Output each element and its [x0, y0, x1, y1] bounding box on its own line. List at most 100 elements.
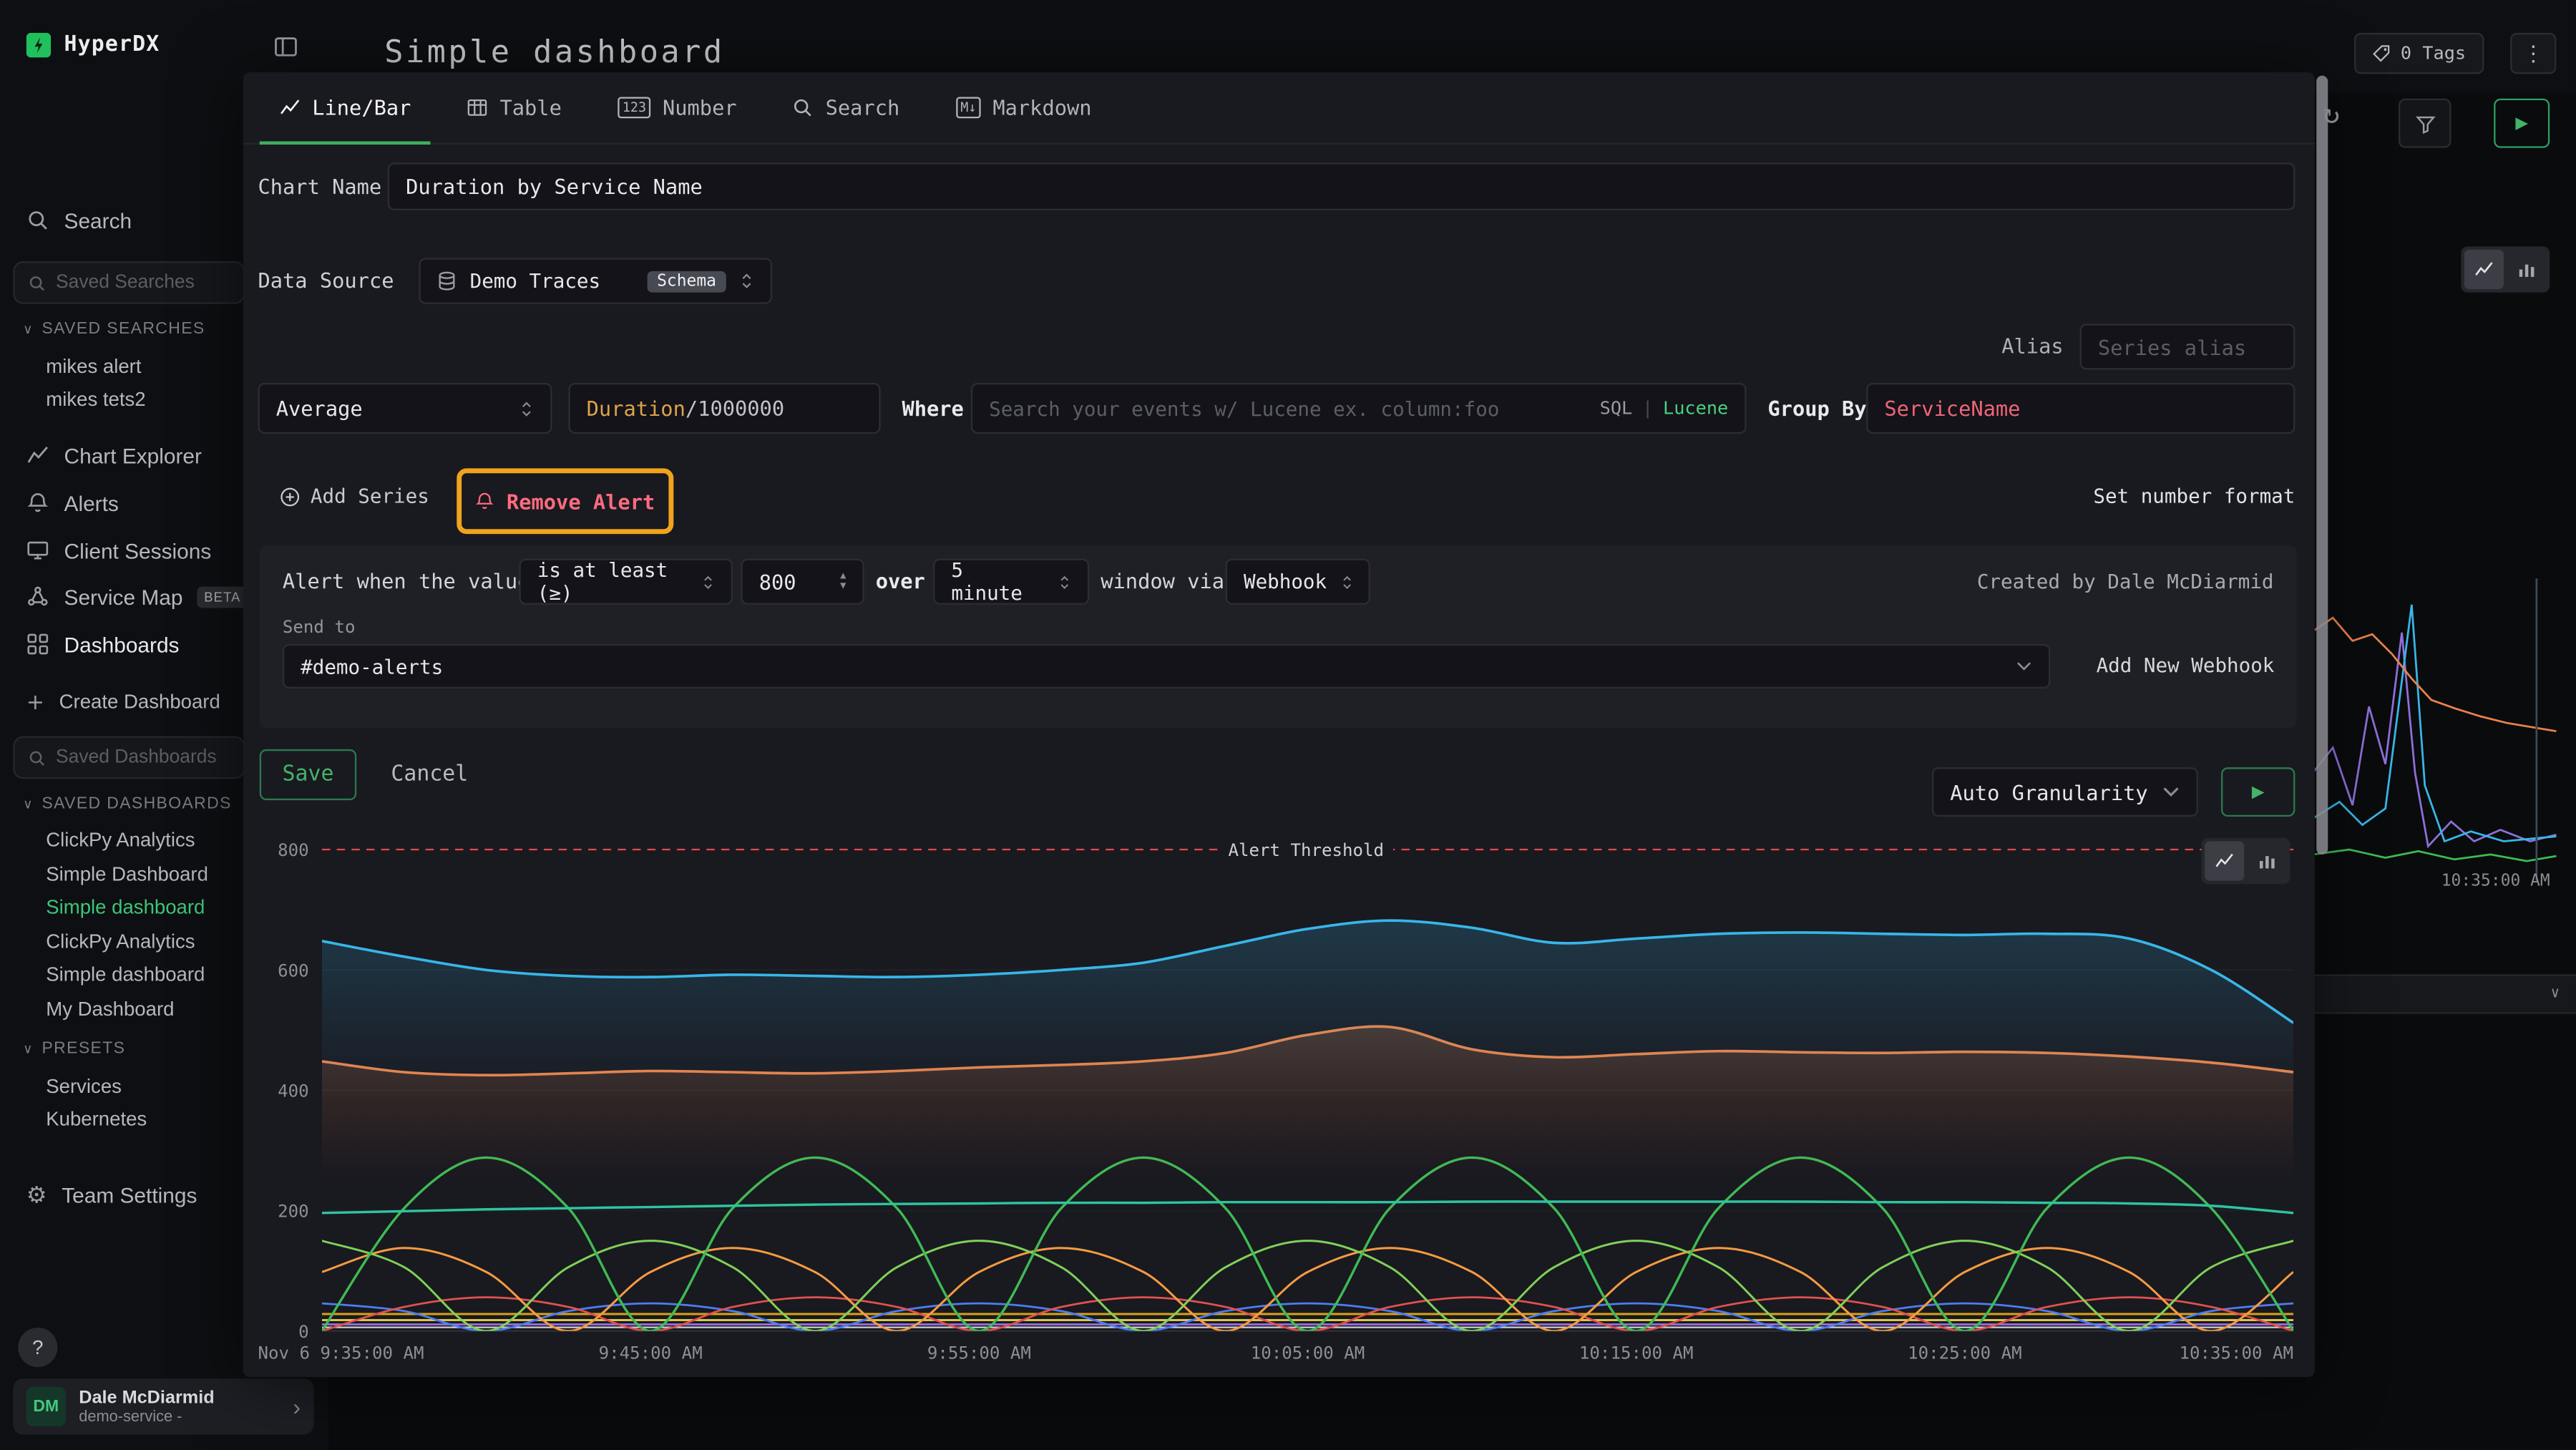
- user-subtitle: demo-service -: [79, 1407, 214, 1425]
- field-expression-primary: Duration: [587, 396, 686, 420]
- filter-button[interactable]: [2399, 99, 2451, 148]
- data-source-select[interactable]: Demo Traces Schema: [419, 258, 772, 303]
- run-chart-button[interactable]: ▶: [2221, 767, 2295, 817]
- cancel-button[interactable]: Cancel: [391, 749, 468, 800]
- monitor-icon: [26, 539, 49, 562]
- sidebar-item-team-settings[interactable]: ⚙ Team Settings: [26, 1175, 197, 1215]
- create-dashboard-label: Create Dashboard: [59, 690, 220, 713]
- sidebar-item-search[interactable]: Search: [26, 200, 132, 240]
- number-stepper[interactable]: ▲▼: [840, 572, 846, 592]
- remove-alert-highlight-box: Remove Alert: [457, 468, 673, 534]
- field-expression[interactable]: Duration /1000000: [568, 383, 880, 434]
- more-menu-button[interactable]: ⋮: [2510, 33, 2556, 74]
- tab-search[interactable]: Search: [793, 72, 900, 144]
- sidebar-item-dashboards[interactable]: Dashboards: [26, 624, 180, 663]
- line-chart-icon[interactable]: [2464, 250, 2504, 289]
- service-map-icon: [26, 585, 49, 608]
- dashboard-item[interactable]: My Dashboard: [46, 998, 174, 1027]
- nav-label: Alerts: [64, 490, 119, 515]
- dashboard-item-active[interactable]: Simple dashboard: [46, 895, 205, 925]
- preset-item[interactable]: Services: [46, 1075, 122, 1104]
- user-menu[interactable]: DM Dale McDiarmid demo-service - ›: [13, 1378, 313, 1434]
- run-query-button-background[interactable]: ▶: [2494, 99, 2550, 148]
- dashboard-item[interactable]: Simple dashboard: [46, 963, 205, 992]
- modal-scrollbar[interactable]: [2315, 76, 2328, 1374]
- search-icon: [26, 209, 49, 232]
- saved-search-item[interactable]: mikes tets2: [46, 388, 145, 417]
- chart-editor-panel: Line/Bar Table 123 Number Search M↓ Mark…: [243, 72, 2315, 1377]
- tags-button[interactable]: 0 Tags: [2355, 33, 2484, 74]
- preset-item[interactable]: Kubernetes: [46, 1107, 147, 1137]
- dashboards-grid-icon: [26, 633, 49, 656]
- play-icon: ▶: [2515, 115, 2528, 132]
- tag-icon: [2373, 44, 2391, 62]
- aggregation-select[interactable]: Average: [258, 383, 552, 434]
- alert-channel-select[interactable]: Webhook: [1226, 559, 1370, 605]
- add-series-button[interactable]: Add Series: [279, 485, 429, 507]
- sidebar-collapse-icon[interactable]: [273, 34, 299, 59]
- alert-threshold-field[interactable]: ▲▼: [741, 559, 864, 605]
- where-input[interactable]: [989, 396, 1586, 419]
- remove-alert-button[interactable]: Remove Alert: [475, 489, 655, 513]
- topbar-actions: 0 Tags ⋮: [2355, 33, 2557, 74]
- alert-threshold-input[interactable]: [759, 570, 825, 594]
- background-timestamp: 10:35:00 AM: [2441, 872, 2550, 890]
- create-dashboard-button[interactable]: Create Dashboard: [26, 682, 220, 721]
- step-down-icon[interactable]: ▼: [840, 582, 846, 592]
- line-chart-icon[interactable]: [2205, 842, 2244, 881]
- add-new-webhook-button[interactable]: Add New Webhook: [2097, 644, 2275, 688]
- chart-name-field[interactable]: [388, 162, 2296, 210]
- saved-searches-input[interactable]: Saved Searches: [13, 261, 245, 304]
- sidebar-item-alerts[interactable]: Alerts: [26, 483, 119, 522]
- where-search-field[interactable]: SQL | Lucene: [971, 383, 1747, 434]
- lucene-option[interactable]: Lucene: [1663, 398, 1728, 419]
- set-number-format-button[interactable]: Set number format: [2093, 485, 2295, 507]
- webhook-select[interactable]: #demo-alerts: [283, 644, 2050, 688]
- alert-window-select[interactable]: 5 minute: [933, 559, 1089, 605]
- dashboard-item[interactable]: Simple Dashboard: [46, 862, 208, 892]
- sidebar-item-client-sessions[interactable]: Client Sessions: [26, 531, 212, 570]
- saved-searches-section-toggle[interactable]: ∨ SAVED SEARCHES: [23, 321, 205, 339]
- save-button[interactable]: Save: [260, 749, 356, 800]
- saved-search-item[interactable]: mikes alert: [46, 355, 141, 384]
- dashboard-item[interactable]: ClickPy Analytics: [46, 930, 195, 959]
- alias-input[interactable]: [2098, 334, 2277, 359]
- scrollbar-thumb[interactable]: [2316, 76, 2327, 855]
- presets-section-toggle[interactable]: ∨ PRESETS: [23, 1040, 125, 1058]
- brand[interactable]: HyperDX: [26, 33, 160, 57]
- line-chart-icon: [279, 97, 301, 118]
- saved-dashboards-section-toggle[interactable]: ∨ SAVED DASHBOARDS: [23, 795, 232, 813]
- background-table-header[interactable]: ∨: [2313, 974, 2576, 1013]
- nav-label: Dashboards: [64, 632, 180, 656]
- chevrons-up-down-icon: [739, 271, 754, 291]
- sidebar-item-service-map[interactable]: Service Map BETA: [26, 577, 248, 616]
- bar-chart-icon[interactable]: [2507, 250, 2547, 289]
- tab-label: Number: [663, 95, 737, 120]
- tab-markdown[interactable]: M↓ Markdown: [955, 72, 1091, 144]
- tab-number[interactable]: 123 Number: [618, 72, 737, 144]
- alias-field[interactable]: [2080, 323, 2296, 369]
- hyperdx-logo-icon: [26, 33, 51, 57]
- chevron-down-icon: ∨: [23, 797, 34, 812]
- tab-line-bar[interactable]: Line/Bar: [279, 72, 411, 144]
- plus-icon: [26, 693, 44, 711]
- sql-option[interactable]: SQL: [1600, 398, 1633, 419]
- bar-chart-icon[interactable]: [2248, 842, 2287, 881]
- granularity-select[interactable]: Auto Granularity: [1932, 767, 2198, 817]
- tab-label: Table: [499, 95, 561, 120]
- group-by-input[interactable]: [1884, 396, 2277, 420]
- saved-dashboards-input[interactable]: Saved Dashboards: [13, 736, 245, 779]
- chart-name-input[interactable]: [406, 174, 2277, 198]
- help-button[interactable]: ?: [18, 1328, 57, 1367]
- dashboard-item[interactable]: ClickPy Analytics: [46, 828, 195, 857]
- nav-label: Service Map: [64, 584, 183, 608]
- query-language-toggle[interactable]: SQL | Lucene: [1600, 398, 1729, 419]
- plus-circle-icon: [279, 485, 301, 507]
- tab-table[interactable]: Table: [467, 72, 562, 144]
- kebab-icon: ⋮: [2522, 40, 2544, 67]
- alert-condition-select[interactable]: is at least (≥): [519, 559, 733, 605]
- search-icon: [793, 97, 814, 118]
- group-by-field[interactable]: [1866, 383, 2295, 434]
- where-label: Where: [902, 383, 963, 434]
- sidebar-item-chart-explorer[interactable]: Chart Explorer: [26, 435, 202, 475]
